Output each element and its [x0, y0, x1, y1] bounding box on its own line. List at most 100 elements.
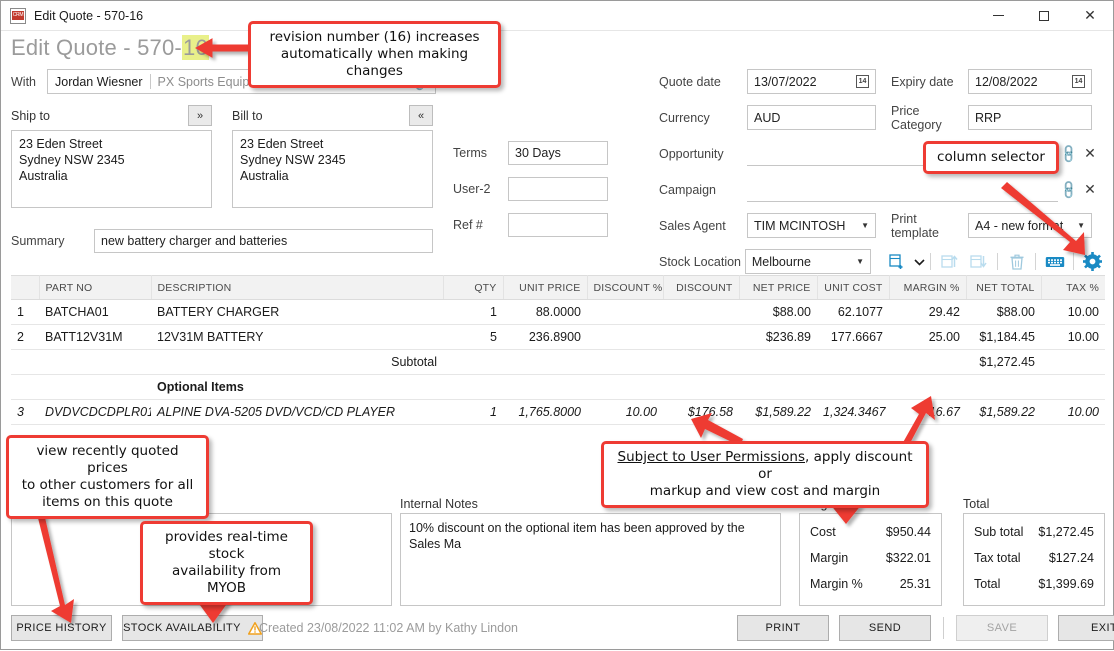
cell-part-no[interactable]: BATCHA01: [39, 300, 151, 325]
cell-margin-pct[interactable]: 25.00: [889, 325, 966, 350]
stock-location-select[interactable]: Melbourne ▼: [745, 249, 871, 274]
add-line-dropdown[interactable]: [912, 250, 926, 274]
move-line-down-button[interactable]: [964, 250, 993, 274]
cell-net-price[interactable]: $236.89: [739, 325, 817, 350]
col-qty[interactable]: QTY: [443, 276, 503, 300]
cell-discount-pct[interactable]: 10.00: [587, 400, 663, 425]
campaign-link-icon[interactable]: 🔗: [1056, 176, 1083, 203]
cell-discount-pct[interactable]: [587, 300, 663, 325]
quote-date-input[interactable]: 13/07/2022 14: [747, 69, 876, 94]
cell-net-price[interactable]: $1,589.22: [739, 400, 817, 425]
terms-input[interactable]: 30 Days: [508, 141, 608, 165]
campaign-input[interactable]: [747, 177, 1058, 202]
delete-line-button[interactable]: [1002, 250, 1031, 274]
col-unit-cost[interactable]: UNIT COST: [817, 276, 889, 300]
print-button[interactable]: PRINT: [737, 615, 829, 641]
opportunity-link-icon[interactable]: 🔗: [1056, 140, 1083, 167]
opportunity-clear-icon[interactable]: ✕: [1080, 145, 1100, 162]
ship-to-address[interactable]: 23 Eden Street Sydney NSW 2345 Australia: [11, 130, 212, 208]
stock-availability-label: STOCK AVAILABILITY: [123, 622, 241, 634]
calendar-icon[interactable]: 14: [1072, 75, 1085, 88]
cell-discount-pct[interactable]: [587, 325, 663, 350]
col-rownum[interactable]: [11, 276, 39, 300]
maximize-button[interactable]: [1021, 1, 1067, 31]
calendar-icon[interactable]: 14: [856, 75, 869, 88]
col-net-total[interactable]: NET TOTAL: [966, 276, 1041, 300]
cell-discount[interactable]: $176.58: [663, 400, 739, 425]
annotation-permissions: Subject to User Permissions, apply disco…: [601, 441, 929, 508]
terms-value: 30 Days: [515, 146, 561, 160]
cell-description[interactable]: ALPINE DVA-5205 DVD/VCD/CD PLAYER: [151, 400, 443, 425]
cell-discount[interactable]: [663, 325, 739, 350]
col-margin-pct[interactable]: MARGIN %: [889, 276, 966, 300]
cell-unit-cost[interactable]: 177.6667: [817, 325, 889, 350]
with-label: With: [11, 75, 47, 89]
add-line-button[interactable]: [883, 250, 912, 274]
cell-description[interactable]: 12V31M BATTERY: [151, 325, 443, 350]
table-row[interactable]: 3 DVDVCDCDPLR01 ALPINE DVA-5205 DVD/VCD/…: [11, 400, 1105, 425]
col-part-no[interactable]: PART NO: [39, 276, 151, 300]
copy-to-bill-button[interactable]: »: [188, 105, 212, 126]
cell-tax-pct[interactable]: 10.00: [1041, 400, 1105, 425]
quote-date-label: Quote date: [659, 75, 747, 89]
campaign-clear-icon[interactable]: ✕: [1080, 181, 1100, 198]
cell-qty[interactable]: 1: [443, 400, 503, 425]
minimize-icon: [993, 15, 1004, 16]
cell-margin-pct[interactable]: 29.42: [889, 300, 966, 325]
print-template-select[interactable]: A4 - new format ▼: [968, 213, 1092, 238]
optional-blank-nt: [966, 375, 1041, 400]
table-row[interactable]: 1 BATCHA01 BATTERY CHARGER 1 88.0000 $88…: [11, 300, 1105, 325]
minimize-button[interactable]: [975, 1, 1021, 31]
currency-input[interactable]: AUD: [747, 105, 876, 130]
stock-availability-button[interactable]: STOCK AVAILABILITY: [122, 615, 263, 641]
cell-net-price[interactable]: $88.00: [739, 300, 817, 325]
col-discount-pct[interactable]: DISCOUNT %: [587, 276, 663, 300]
cell-unit-price[interactable]: 88.0000: [503, 300, 587, 325]
user2-input[interactable]: [508, 177, 608, 201]
cell-tax-pct[interactable]: 10.00: [1041, 300, 1105, 325]
price-category-input[interactable]: RRP: [968, 105, 1092, 130]
send-button[interactable]: SEND: [839, 615, 931, 641]
expiry-date-input[interactable]: 12/08/2022 14: [968, 69, 1092, 94]
col-description[interactable]: DESCRIPTION: [151, 276, 443, 300]
keyboard-button[interactable]: [1040, 250, 1069, 274]
cell-part-no[interactable]: BATT12V31M: [39, 325, 151, 350]
cell-discount[interactable]: [663, 300, 739, 325]
cell-qty[interactable]: 5: [443, 325, 503, 350]
summary-input[interactable]: new battery charger and batteries: [94, 229, 433, 253]
cell-margin-pct[interactable]: 16.67: [889, 400, 966, 425]
currency-label: Currency: [659, 111, 747, 125]
subtotal-blank-part: [39, 350, 151, 375]
ref-input[interactable]: [508, 213, 608, 237]
bill-to-address[interactable]: 23 Eden Street Sydney NSW 2345 Australia: [232, 130, 433, 208]
copy-to-ship-button[interactable]: «: [409, 105, 433, 126]
col-tax-pct[interactable]: TAX %: [1041, 276, 1105, 300]
sales-agent-select[interactable]: TIM MCINTOSH ▼: [747, 213, 876, 238]
cell-unit-cost[interactable]: 62.1077: [817, 300, 889, 325]
cell-tax-pct[interactable]: 10.00: [1041, 325, 1105, 350]
footer-right-buttons: PRINT SEND SAVE EXIT: [737, 615, 1114, 641]
grid-toolbar: [883, 250, 1107, 274]
close-button[interactable]: ✕: [1067, 1, 1113, 31]
col-net-price[interactable]: NET PRICE: [739, 276, 817, 300]
cell-unit-cost[interactable]: 1,324.3467: [817, 400, 889, 425]
move-line-up-button[interactable]: [935, 250, 964, 274]
col-discount[interactable]: DISCOUNT: [663, 276, 739, 300]
column-selector-gear-icon[interactable]: [1078, 250, 1107, 274]
margin-pct-label: Margin %: [810, 577, 863, 591]
price-history-button[interactable]: PRICE HISTORY: [11, 615, 112, 641]
margin-cost-label: Cost: [810, 525, 836, 539]
cell-unit-price[interactable]: 1,765.8000: [503, 400, 587, 425]
cell-qty[interactable]: 1: [443, 300, 503, 325]
cell-net-total[interactable]: $88.00: [966, 300, 1041, 325]
cell-unit-price[interactable]: 236.8900: [503, 325, 587, 350]
cell-part-no[interactable]: DVDVCDCDPLR01: [39, 400, 151, 425]
exit-button[interactable]: EXIT: [1058, 615, 1114, 641]
sales-agent-value: TIM MCINTOSH: [754, 219, 845, 233]
cell-net-total[interactable]: $1,184.45: [966, 325, 1041, 350]
cell-description[interactable]: BATTERY CHARGER: [151, 300, 443, 325]
col-unit-price[interactable]: UNIT PRICE: [503, 276, 587, 300]
table-row[interactable]: 2 BATT12V31M 12V31M BATTERY 5 236.8900 $…: [11, 325, 1105, 350]
internal-notes-input[interactable]: 10% discount on the optional item has be…: [400, 513, 781, 606]
cell-net-total[interactable]: $1,589.22: [966, 400, 1041, 425]
